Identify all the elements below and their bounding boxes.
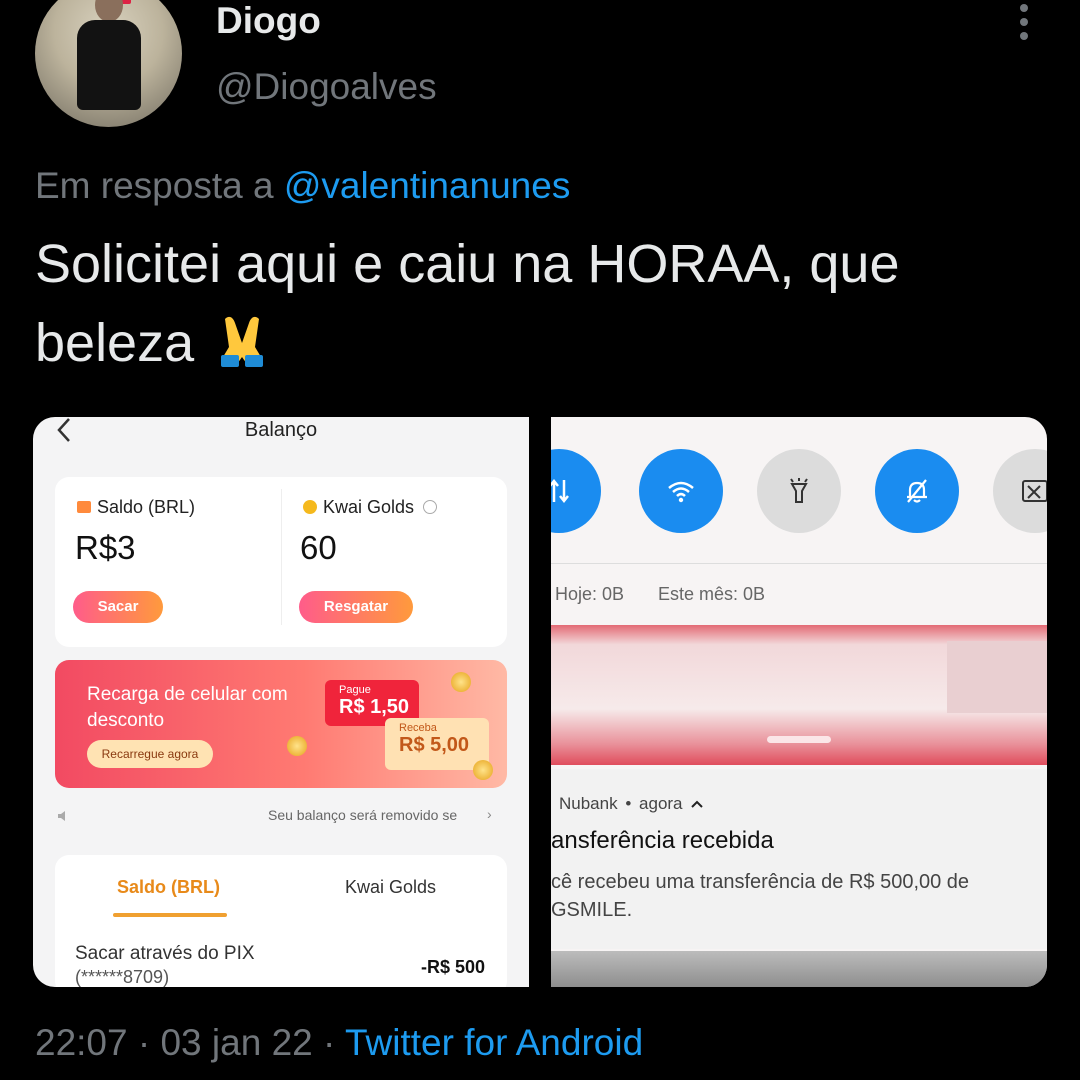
tab-underline	[113, 913, 227, 917]
tweet-time[interactable]: 22:07	[35, 1022, 128, 1063]
flashlight-toggle[interactable]	[757, 449, 841, 533]
golds-label-row: Kwai Golds	[303, 497, 438, 518]
wifi-toggle[interactable]	[639, 449, 723, 533]
gold-coin-icon	[303, 500, 317, 514]
tab-golds[interactable]: Kwai Golds	[345, 877, 436, 898]
data-usage-today: Hoje: 0B	[555, 584, 625, 604]
avatar-body	[77, 20, 141, 110]
drag-handle[interactable]	[767, 736, 831, 743]
notification-title: ansferência recebida	[551, 827, 774, 854]
meta-separator: ·	[137, 1022, 151, 1063]
avatar-head	[95, 0, 123, 22]
meta-separator: ·	[323, 1022, 336, 1063]
tweet-text: Solicitei aqui e caiu na HORAA, que bele…	[35, 225, 1045, 383]
coin-icon	[287, 736, 307, 756]
wifi-icon	[668, 481, 694, 503]
qs-divider	[551, 563, 1047, 564]
reply-context: Em resposta a @valentinanunes	[35, 165, 570, 207]
bell-off-icon	[907, 479, 927, 503]
notification-app: Nubank	[559, 794, 618, 813]
scissors-icon	[1022, 480, 1047, 502]
resgatar-button[interactable]: Resgatar	[299, 591, 413, 623]
promo-text: Recarga de celular com desconto	[87, 684, 288, 731]
saldo-value: R$3	[75, 529, 136, 566]
notification-time: agora	[639, 794, 683, 813]
speaker-icon	[57, 809, 71, 821]
pray-emoji-icon	[209, 312, 275, 368]
notification-body-line2: GSMILE.	[551, 899, 633, 921]
data-arrows-icon	[551, 478, 569, 504]
transactions-card: Saldo (BRL) Kwai Golds Sacar através do …	[55, 855, 507, 987]
golds-label: Kwai Golds	[323, 497, 415, 517]
tweet-meta: 22:07 · 03 jan 22 · Twitter for Android	[35, 1022, 643, 1064]
receive-badge: Receba R$ 5,00	[385, 718, 489, 770]
saldo-label: Saldo (BRL)	[97, 497, 196, 517]
tweet-media[interactable]: Balanço Saldo (BRL) R$3 Sacar Kwai Golds…	[33, 417, 1047, 987]
get-value: R$ 5,00	[399, 734, 470, 756]
notification-body-line1: cê recebeu uma transferência de R$ 500,0…	[551, 871, 970, 893]
tweet-source-link[interactable]: Twitter for Android	[345, 1022, 643, 1063]
kwai-balance-screenshot[interactable]: Balanço Saldo (BRL) R$3 Sacar Kwai Golds…	[33, 417, 529, 987]
help-icon[interactable]	[423, 500, 438, 514]
screen-title: Balanço	[244, 419, 318, 441]
data-usage-month: Este mês: 0B	[658, 584, 766, 604]
avatar[interactable]	[35, 0, 182, 127]
notification-dot: •	[625, 794, 632, 813]
blurred-block	[947, 641, 1047, 713]
user-handle[interactable]: @Diogoalves	[216, 66, 437, 108]
user-name[interactable]: Diogo	[216, 0, 321, 42]
pay-value: R$ 1,50	[339, 696, 410, 718]
transaction-account: (******8709)	[75, 967, 170, 987]
nubank-notification[interactable]: Nubank • agora ansferência recebida cê r…	[551, 769, 1047, 949]
transaction-title: Sacar através do PIX	[75, 943, 255, 964]
notification-header: Nubank • agora	[559, 794, 703, 814]
recharge-now-button[interactable]: Recarregue agora	[87, 740, 213, 768]
more-options-icon[interactable]	[1012, 4, 1036, 44]
flashlight-icon	[790, 478, 808, 503]
balance-card: Saldo (BRL) R$3 Sacar Kwai Golds 60 Resg…	[55, 477, 507, 647]
notification-shade-screenshot[interactable]: Hoje: 0B Este mês: 0B Nubank • agora ans…	[551, 417, 1047, 987]
tweet-date[interactable]: 03 jan 22	[160, 1022, 312, 1063]
get-label: Receba	[399, 722, 437, 734]
reply-mention-link[interactable]: @valentinanunes	[284, 165, 570, 206]
coin-icon	[473, 760, 493, 780]
silent-toggle[interactable]	[875, 449, 959, 533]
shade-bottom-bar	[551, 951, 1047, 987]
chevron-right-icon: ›	[487, 806, 492, 822]
transaction-amount: -R$ 500	[421, 957, 486, 977]
chevron-up-icon[interactable]	[691, 794, 703, 814]
wallet-icon	[77, 501, 91, 513]
coin-icon	[451, 672, 471, 692]
sacar-button[interactable]: Sacar	[73, 591, 163, 623]
reply-prefix: Em resposta a	[35, 165, 274, 206]
tweet-body: Solicitei aqui e caiu na HORAA, que bele…	[35, 234, 900, 373]
tab-saldo[interactable]: Saldo (BRL)	[117, 877, 220, 898]
saldo-label-row: Saldo (BRL)	[77, 497, 195, 518]
notice-text: Seu balanço será removido se	[268, 807, 458, 823]
pay-label: Pague	[339, 684, 371, 696]
screenshot-toggle[interactable]	[993, 449, 1047, 533]
card-divider	[281, 489, 282, 625]
recharge-promo-banner[interactable]: Recarga de celular com desconto Recarreg…	[55, 660, 507, 788]
mobile-data-toggle[interactable]	[551, 449, 601, 533]
golds-value: 60	[300, 529, 337, 566]
